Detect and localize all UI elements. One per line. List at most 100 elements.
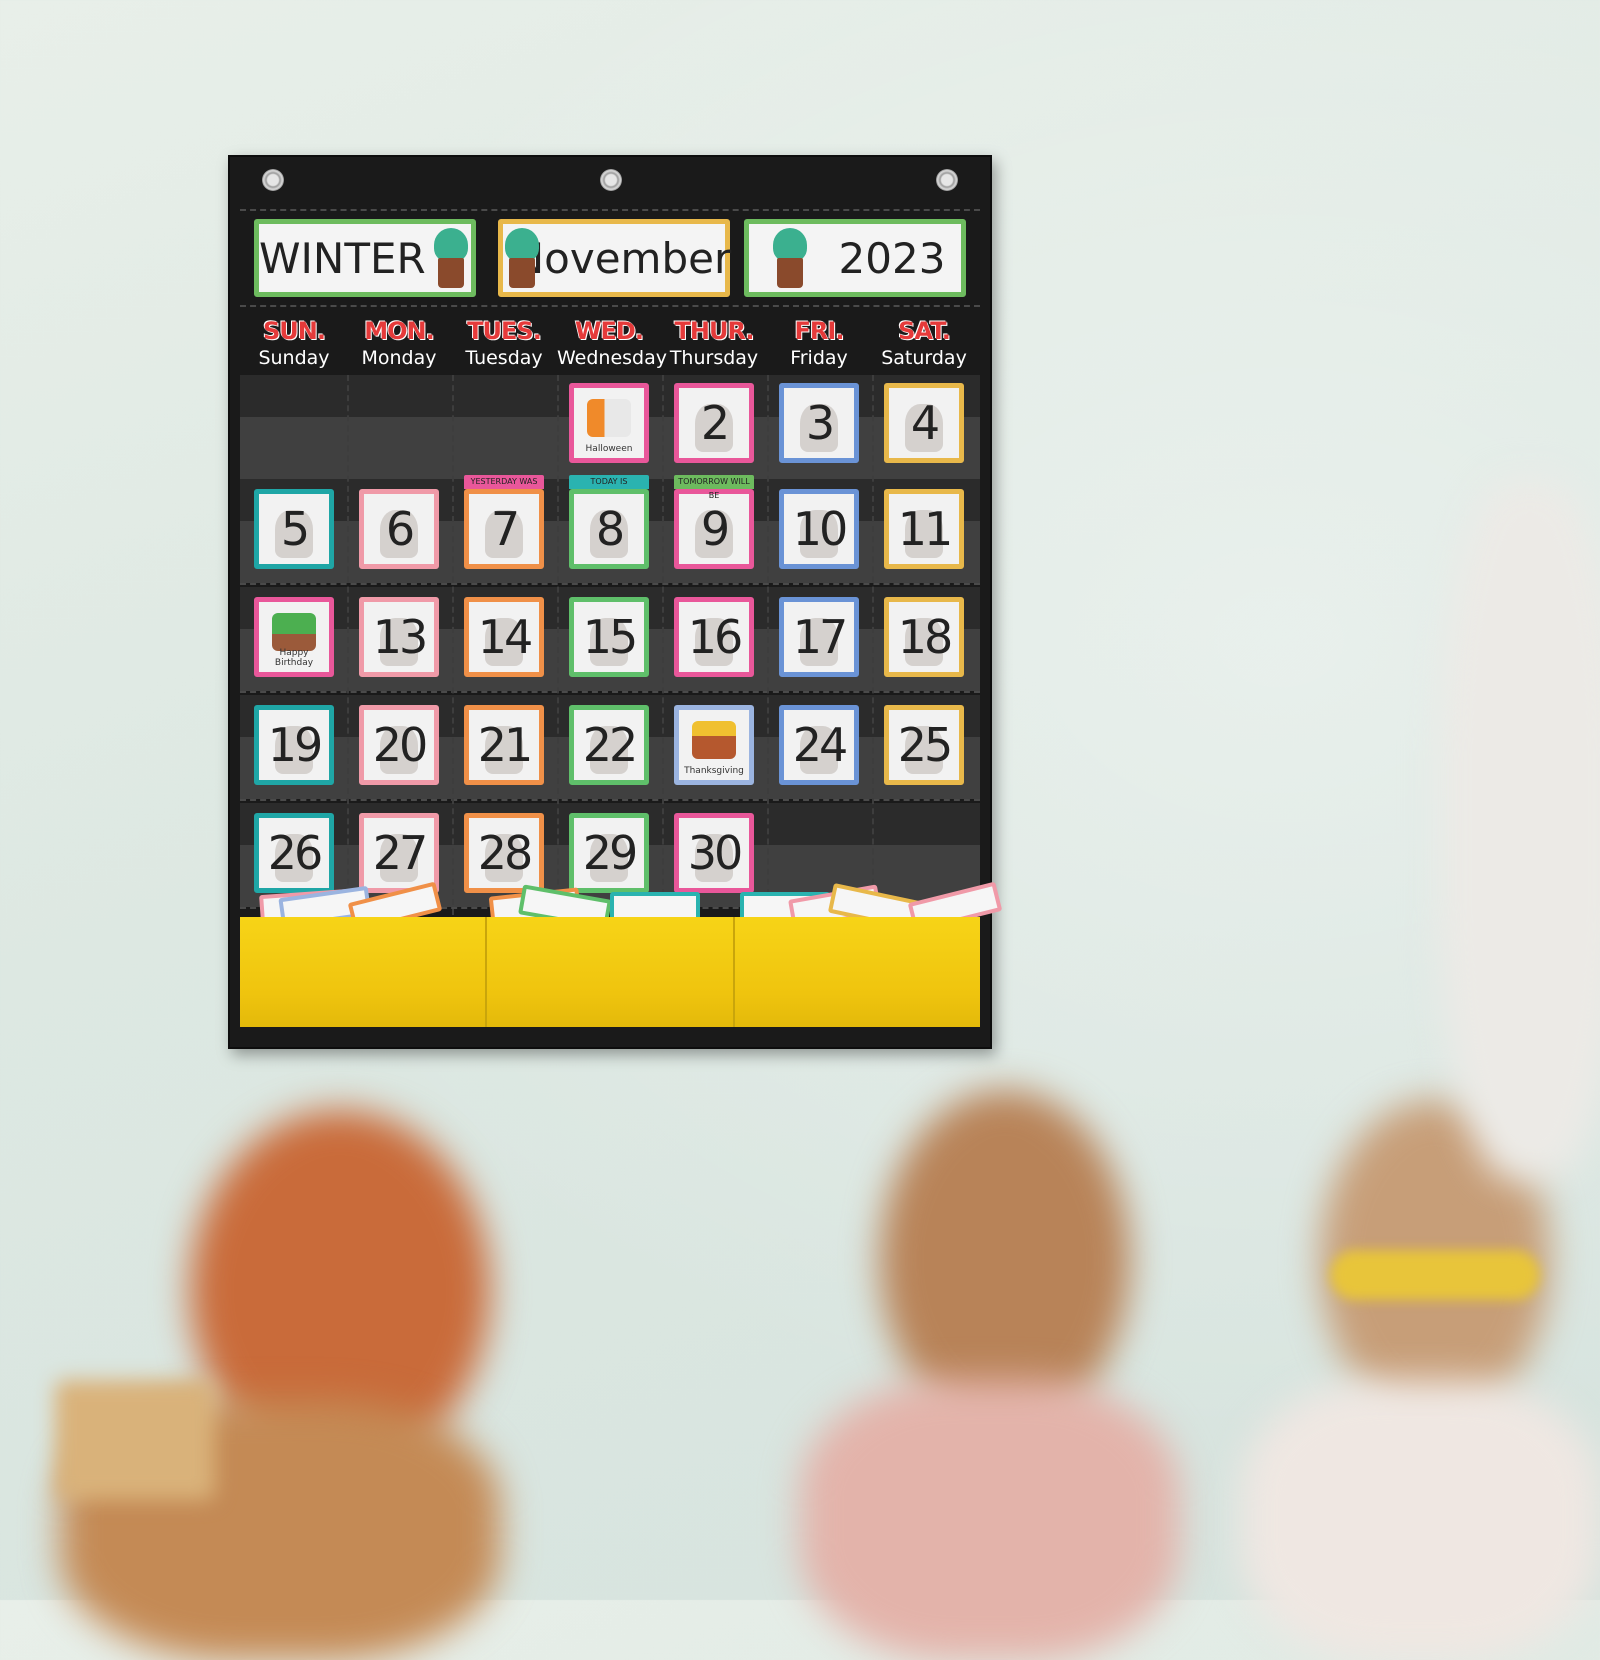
- date-card: 27: [359, 813, 439, 893]
- potted-plant-icon: [433, 228, 468, 288]
- weekday-wednesday: WED. Wednesday: [557, 317, 667, 369]
- date-card: 29: [569, 813, 649, 893]
- date-number: 25: [897, 718, 954, 772]
- weekday-abbr: MON.: [364, 317, 435, 345]
- weekday-full: Tuesday: [465, 347, 543, 369]
- pocket-divider: [662, 375, 664, 915]
- weekday-saturday: SAT. Saturday: [872, 317, 976, 369]
- weekday-full: Thursday: [669, 347, 759, 369]
- date-card: 8: [569, 489, 649, 569]
- event-caption: Thanksgiving: [684, 766, 744, 776]
- date-number: 3: [805, 396, 835, 450]
- weekday-full: Friday: [790, 347, 848, 369]
- child-center-body: [800, 1380, 1180, 1660]
- potted-plant-icon: [772, 228, 807, 288]
- date-number: 10: [792, 502, 849, 556]
- date-card: 17: [779, 597, 859, 677]
- stitch-line: [240, 209, 980, 211]
- date-number: 7: [490, 502, 520, 556]
- event-caption: Halloween: [585, 444, 633, 454]
- date-number: 13: [372, 610, 429, 664]
- weekday-tuesday: TUES. Tuesday: [452, 317, 556, 369]
- storage-pocket: [487, 917, 735, 1027]
- date-number: 8: [595, 502, 625, 556]
- date-card: 18: [884, 597, 964, 677]
- date-card: 20: [359, 705, 439, 785]
- pocket-divider: [557, 375, 559, 915]
- adult-right: [1440, 480, 1600, 1180]
- date-number: 21: [477, 718, 534, 772]
- grommet-icon: [600, 169, 622, 191]
- date-number: 16: [687, 610, 744, 664]
- date-card: 24: [779, 705, 859, 785]
- date-card: 25: [884, 705, 964, 785]
- date-card: 26: [254, 813, 334, 893]
- year-card: 2023: [744, 219, 966, 297]
- child-right-headband: [1330, 1250, 1540, 1300]
- date-card: 28: [464, 813, 544, 893]
- day-marker-tag: YESTERDAY WAS: [464, 475, 544, 489]
- weekday-full: Monday: [361, 347, 437, 369]
- date-number: 4: [910, 396, 940, 450]
- date-number: 29: [582, 826, 639, 880]
- day-marker-tag: TODAY IS: [569, 475, 649, 489]
- weekday-full: Saturday: [881, 347, 967, 369]
- weekday-abbr: WED.: [575, 317, 644, 345]
- pocket-divider: [872, 375, 874, 915]
- halloween-ghost-icon: [587, 399, 631, 437]
- date-card: 2: [674, 383, 754, 463]
- date-card: 15: [569, 597, 649, 677]
- date-number: 18: [897, 610, 954, 664]
- date-card: 30: [674, 813, 754, 893]
- child-right-body: [1240, 1380, 1600, 1660]
- day-marker-tag: TOMORROW WILL BE: [674, 475, 754, 500]
- date-card: 7: [464, 489, 544, 569]
- date-number: 22: [582, 718, 639, 772]
- pocket-divider: [452, 375, 454, 915]
- stitch-line: [240, 305, 980, 307]
- storage-pockets: [240, 917, 980, 1027]
- season-label: WINTER: [259, 233, 426, 283]
- date-number: 11: [897, 502, 954, 556]
- date-number: 14: [477, 610, 534, 664]
- date-number: 27: [372, 826, 429, 880]
- birthday-cactus-icon: [272, 613, 316, 651]
- child-center: [880, 1090, 1130, 1430]
- pocket-divider: [767, 375, 769, 915]
- month-label: November: [512, 233, 732, 283]
- pocket-divider: [347, 375, 349, 915]
- thanksgiving-turkey-icon: [692, 721, 736, 759]
- weekday-abbr: THUR.: [674, 317, 755, 345]
- season-card: WINTER: [254, 219, 476, 297]
- weekday-sunday: SUN. Sunday: [242, 317, 346, 369]
- date-number: 9: [700, 502, 730, 556]
- date-card: 11: [884, 489, 964, 569]
- date-number: 24: [792, 718, 849, 772]
- storage-pocket: [240, 917, 488, 1027]
- weekday-friday: FRI. Friday: [767, 317, 871, 369]
- grommet-icon: [262, 169, 284, 191]
- event-card-happy-birthday: Happy Birthday: [254, 597, 334, 677]
- stitch-line: [240, 691, 980, 693]
- event-card-thanksgiving: Thanksgiving: [674, 705, 754, 785]
- event-card-halloween: Halloween: [569, 383, 649, 463]
- date-number: 5: [280, 502, 310, 556]
- event-caption: Happy Birthday: [274, 648, 314, 668]
- stitch-line: [240, 583, 980, 585]
- weekday-abbr: FRI.: [794, 317, 845, 345]
- date-number: 19: [267, 718, 324, 772]
- date-number: 30: [687, 826, 744, 880]
- date-card: 21: [464, 705, 544, 785]
- date-number: 28: [477, 826, 534, 880]
- date-number: 6: [385, 502, 415, 556]
- grommet-icon: [936, 169, 958, 191]
- date-number: 26: [267, 826, 324, 880]
- weekday-monday: MON. Monday: [347, 317, 451, 369]
- storage-pocket: [734, 917, 980, 1027]
- date-number: 2: [700, 396, 730, 450]
- weekday-abbr: SUN.: [263, 317, 326, 345]
- date-card: 6: [359, 489, 439, 569]
- date-card: 10: [779, 489, 859, 569]
- year-label: 2023: [838, 233, 946, 283]
- date-card: 14: [464, 597, 544, 677]
